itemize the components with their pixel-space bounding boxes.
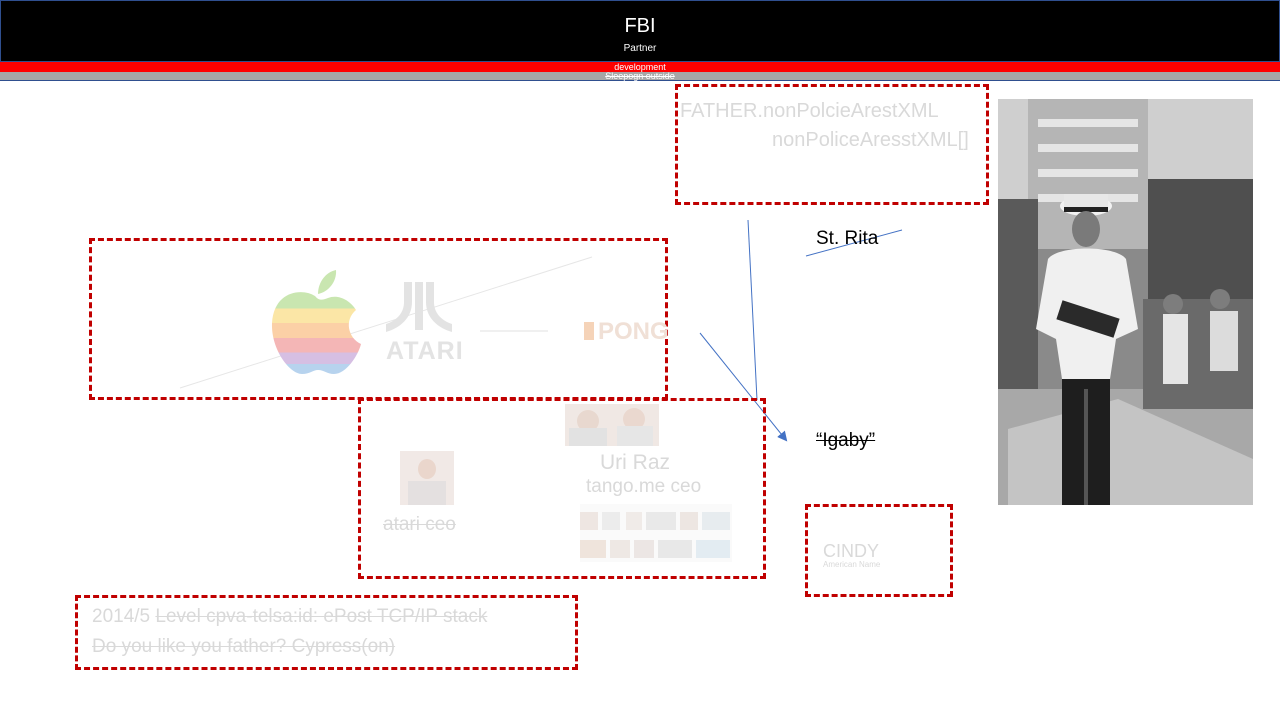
photo-grid	[580, 504, 732, 562]
uri-raz-name: Uri Raz	[600, 451, 671, 474]
tango-founders-photo	[565, 404, 659, 446]
pong-icon	[584, 322, 594, 340]
apple-logo-icon	[271, 270, 361, 374]
police-officer-photo	[998, 99, 1253, 505]
footer-struck-text-1: Level cpva-telsa:id: ePost TCP/IP stack	[155, 606, 488, 627]
page-title: FBI	[624, 15, 656, 37]
atari-wordmark: ATARI	[386, 337, 464, 365]
header-banner: FBI Partner	[0, 0, 1280, 62]
gray-bar: Sleepogn outside	[0, 72, 1280, 81]
xml-line-1: FATHER.nonPolcieArestXML	[680, 100, 939, 122]
footer-line-1: 2014/5 Level cpva-telsa:id: ePost TCP/IP…	[92, 606, 487, 628]
xml-line-2: nonPoliceAresstXML[]	[772, 129, 969, 151]
cindy-label: CINDY	[823, 541, 880, 561]
footer-date: 2014/5	[92, 606, 151, 627]
igaby-label: “Igaby”	[816, 430, 876, 451]
uri-raz-title: tango.me ceo	[586, 476, 702, 497]
cindy-sublabel: American Name	[823, 560, 881, 569]
st-rita-label: St. Rita	[816, 228, 879, 249]
atari-ceo-photo	[400, 451, 454, 505]
footer-line-2: Do you like you father? Cypress(on)	[92, 636, 396, 657]
atari-ceo-label: atari ceo	[383, 514, 456, 535]
page-subtitle: Partner	[623, 43, 657, 54]
pong-wordmark: PONG	[598, 318, 669, 345]
logo-box	[89, 238, 668, 400]
atari-logo-icon	[386, 282, 452, 332]
vertical-connector	[747, 219, 758, 401]
